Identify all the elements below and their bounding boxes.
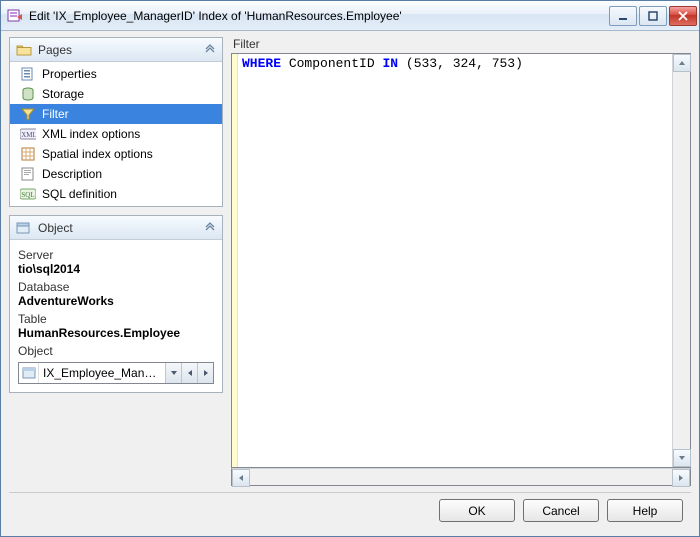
storage-icon (20, 87, 36, 101)
scroll-track[interactable] (250, 469, 672, 485)
dialog-client: Pages Properties (1, 31, 699, 536)
page-label: Properties (42, 67, 97, 81)
xml-icon: XML (20, 127, 36, 141)
horizontal-scrollbar[interactable] (231, 468, 691, 486)
page-spatial-options[interactable]: Spatial index options (10, 144, 222, 164)
object-panel-header[interactable]: Object (10, 216, 222, 240)
pages-title: Pages (38, 43, 204, 57)
scroll-down-button[interactable] (673, 449, 691, 467)
ok-button[interactable]: OK (439, 499, 515, 522)
dialog-buttons: OK Cancel Help (9, 492, 691, 528)
window-controls (609, 6, 697, 26)
next-object-button[interactable] (197, 363, 213, 383)
page-properties[interactable]: Properties (10, 64, 222, 84)
cancel-button[interactable]: Cancel (523, 499, 599, 522)
sql-icon: SQL (20, 187, 36, 201)
dialog-window: Edit 'IX_Employee_ManagerID' Index of 'H… (0, 0, 700, 537)
svg-text:XML: XML (21, 131, 36, 139)
index-icon (19, 363, 39, 383)
description-icon (20, 167, 36, 181)
sql-args: (533, 324, 753) (406, 56, 523, 71)
table-value: HumanResources.Employee (18, 326, 214, 340)
svg-text:SQL: SQL (21, 191, 34, 199)
object-selector[interactable]: IX_Employee_ManagerID (18, 362, 214, 384)
object-label: Object (18, 344, 214, 358)
scroll-right-button[interactable] (672, 469, 690, 487)
help-button[interactable]: Help (607, 499, 683, 522)
database-label: Database (18, 280, 214, 294)
page-xml-options[interactable]: XML XML index options (10, 124, 222, 144)
editor-content[interactable]: WHERE ComponentID IN (533, 324, 753) (238, 54, 672, 467)
collapse-icon (204, 42, 216, 57)
main-area: Filter WHERE ComponentID IN (533, 324, 7… (231, 37, 691, 486)
page-description[interactable]: Description (10, 164, 222, 184)
filter-label: Filter (231, 37, 691, 53)
sidebar: Pages Properties (9, 37, 223, 486)
page-storage[interactable]: Storage (10, 84, 222, 104)
sql-keyword: IN (382, 56, 398, 71)
page-label: SQL definition (42, 187, 117, 201)
object-panel: Object Server tio\sql2014 Database Adven… (9, 215, 223, 393)
scroll-left-button[interactable] (232, 469, 250, 487)
pages-list: Properties Storage Filter (10, 62, 222, 206)
sql-column: ComponentID (289, 56, 375, 71)
close-button[interactable] (669, 6, 697, 26)
properties-icon (20, 67, 36, 81)
app-icon (7, 8, 23, 24)
pages-panel: Pages Properties (9, 37, 223, 207)
sql-editor[interactable]: WHERE ComponentID IN (533, 324, 753) (231, 53, 691, 468)
object-title: Object (38, 221, 204, 235)
page-sql-definition[interactable]: SQL SQL definition (10, 184, 222, 204)
filter-icon (20, 107, 36, 121)
prev-object-button[interactable] (181, 363, 197, 383)
page-label: Spatial index options (42, 147, 153, 161)
maximize-button[interactable] (639, 6, 667, 26)
titlebar[interactable]: Edit 'IX_Employee_ManagerID' Index of 'H… (1, 1, 699, 31)
page-label: Filter (42, 107, 69, 121)
page-label: Description (42, 167, 102, 181)
object-icon (16, 220, 32, 236)
pages-panel-header[interactable]: Pages (10, 38, 222, 62)
scroll-track[interactable] (673, 72, 690, 449)
minimize-button[interactable] (609, 6, 637, 26)
table-label: Table (18, 312, 214, 326)
page-label: XML index options (42, 127, 140, 141)
spatial-icon (20, 147, 36, 161)
sql-keyword: WHERE (242, 56, 281, 71)
page-label: Storage (42, 87, 84, 101)
server-label: Server (18, 248, 214, 262)
object-selector-value: IX_Employee_ManagerID (39, 366, 165, 380)
folder-icon (16, 42, 32, 58)
server-value: tio\sql2014 (18, 262, 214, 276)
database-value: AdventureWorks (18, 294, 214, 308)
vertical-scrollbar[interactable] (672, 54, 690, 467)
page-filter[interactable]: Filter (10, 104, 222, 124)
scroll-up-button[interactable] (673, 54, 691, 72)
dropdown-button[interactable] (165, 363, 181, 383)
window-title: Edit 'IX_Employee_ManagerID' Index of 'H… (29, 9, 609, 23)
object-body: Server tio\sql2014 Database AdventureWor… (10, 240, 222, 392)
collapse-icon (204, 220, 216, 235)
